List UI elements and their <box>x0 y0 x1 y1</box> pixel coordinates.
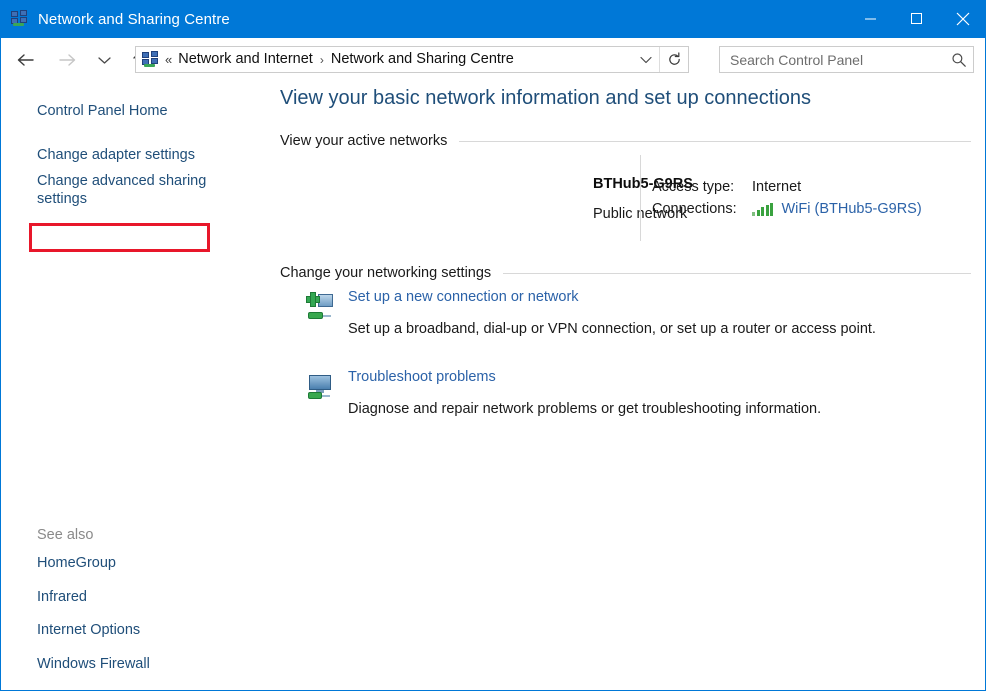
setup-connection-icon <box>306 292 334 320</box>
action-description: Diagnose and repair network problems or … <box>348 400 822 417</box>
access-type-label: Access type: <box>652 178 735 195</box>
network-icon <box>142 50 160 69</box>
refresh-icon[interactable] <box>660 47 688 72</box>
action-description: Set up a broadband, dial-up or VPN conne… <box>348 320 876 337</box>
breadcrumb-network-and-sharing-centre[interactable]: Network and Sharing Centre <box>331 52 514 67</box>
address-dropdown-icon[interactable] <box>633 47 660 72</box>
chevron-down-icon[interactable] <box>94 46 114 74</box>
forward-arrow-icon <box>54 46 80 74</box>
access-type-value: Internet <box>752 178 802 195</box>
troubleshoot-icon <box>306 372 334 400</box>
search-icon[interactable] <box>945 52 973 68</box>
back-arrow-icon[interactable] <box>12 46 38 74</box>
section-header-active-networks: View your active networks <box>280 134 971 149</box>
see-also-item-internet-options[interactable]: Internet Options <box>37 623 150 638</box>
title-bar: Network and Sharing Centre <box>1 0 985 38</box>
sidebar-item-change-adapter-settings[interactable]: Change adapter settings <box>37 146 195 164</box>
detail-row-connections: Connections: WiFi (BTHub5-G9RS) <box>652 198 922 220</box>
maximize-button[interactable] <box>894 0 940 38</box>
page-title: View your basic network information and … <box>280 87 812 109</box>
highlight-annotation-box <box>29 223 210 252</box>
search-input[interactable] <box>728 48 945 71</box>
action-item-setup-connection[interactable]: Set up a new connection or network Set u… <box>306 290 876 336</box>
section-divider <box>459 140 971 142</box>
breadcrumb-overflow[interactable]: « <box>165 53 172 66</box>
section-divider <box>503 272 971 274</box>
breadcrumb-network-and-internet[interactable]: Network and Internet <box>178 52 313 67</box>
network-details: Access type: Internet Connections: WiFi … <box>652 176 922 220</box>
breadcrumb-separator[interactable]: › <box>320 54 324 66</box>
detail-row-access-type: Access type: Internet <box>652 176 922 198</box>
see-also-item-windows-firewall[interactable]: Windows Firewall <box>37 656 150 672</box>
network-column-divider <box>640 155 641 241</box>
minimize-button[interactable] <box>848 0 894 38</box>
action-item-troubleshoot[interactable]: Troubleshoot problems Diagnose and repai… <box>306 370 821 416</box>
see-also-item-infrared[interactable]: Infrared <box>37 589 150 605</box>
connections-link[interactable]: WiFi (BTHub5-G9RS) <box>782 202 922 217</box>
content-pane: View your basic network information and … <box>263 82 985 690</box>
section-header-label: Change your networking settings <box>280 265 492 281</box>
window-title: Network and Sharing Centre <box>38 10 230 28</box>
section-header-label: View your active networks <box>280 133 448 149</box>
action-title[interactable]: Troubleshoot problems <box>348 370 821 385</box>
window-controls <box>848 0 985 38</box>
sidebar-item-change-advanced-sharing-settings[interactable]: Change advanced sharing settings <box>37 172 219 208</box>
see-also-label: See also <box>37 527 94 543</box>
search-box[interactable] <box>719 46 974 73</box>
sidebar-item-control-panel-home[interactable]: Control Panel Home <box>37 102 168 120</box>
left-navigation-pane: Control Panel Home Change adapter settin… <box>1 82 263 690</box>
network-icon <box>11 10 29 28</box>
connections-label: Connections: <box>652 200 737 217</box>
wifi-signal-icon <box>752 202 775 216</box>
see-also-item-homegroup[interactable]: HomeGroup <box>37 556 150 571</box>
close-button[interactable] <box>940 0 985 38</box>
section-header-change-settings: Change your networking settings <box>280 266 971 281</box>
see-also-list: HomeGroup Infrared Internet Options Wind… <box>37 556 150 690</box>
network-and-sharing-centre-window: Network and Sharing Centre « Network and… <box>0 0 986 691</box>
address-bar[interactable]: « Network and Internet › Network and Sha… <box>135 46 689 73</box>
action-title[interactable]: Set up a new connection or network <box>348 290 876 305</box>
